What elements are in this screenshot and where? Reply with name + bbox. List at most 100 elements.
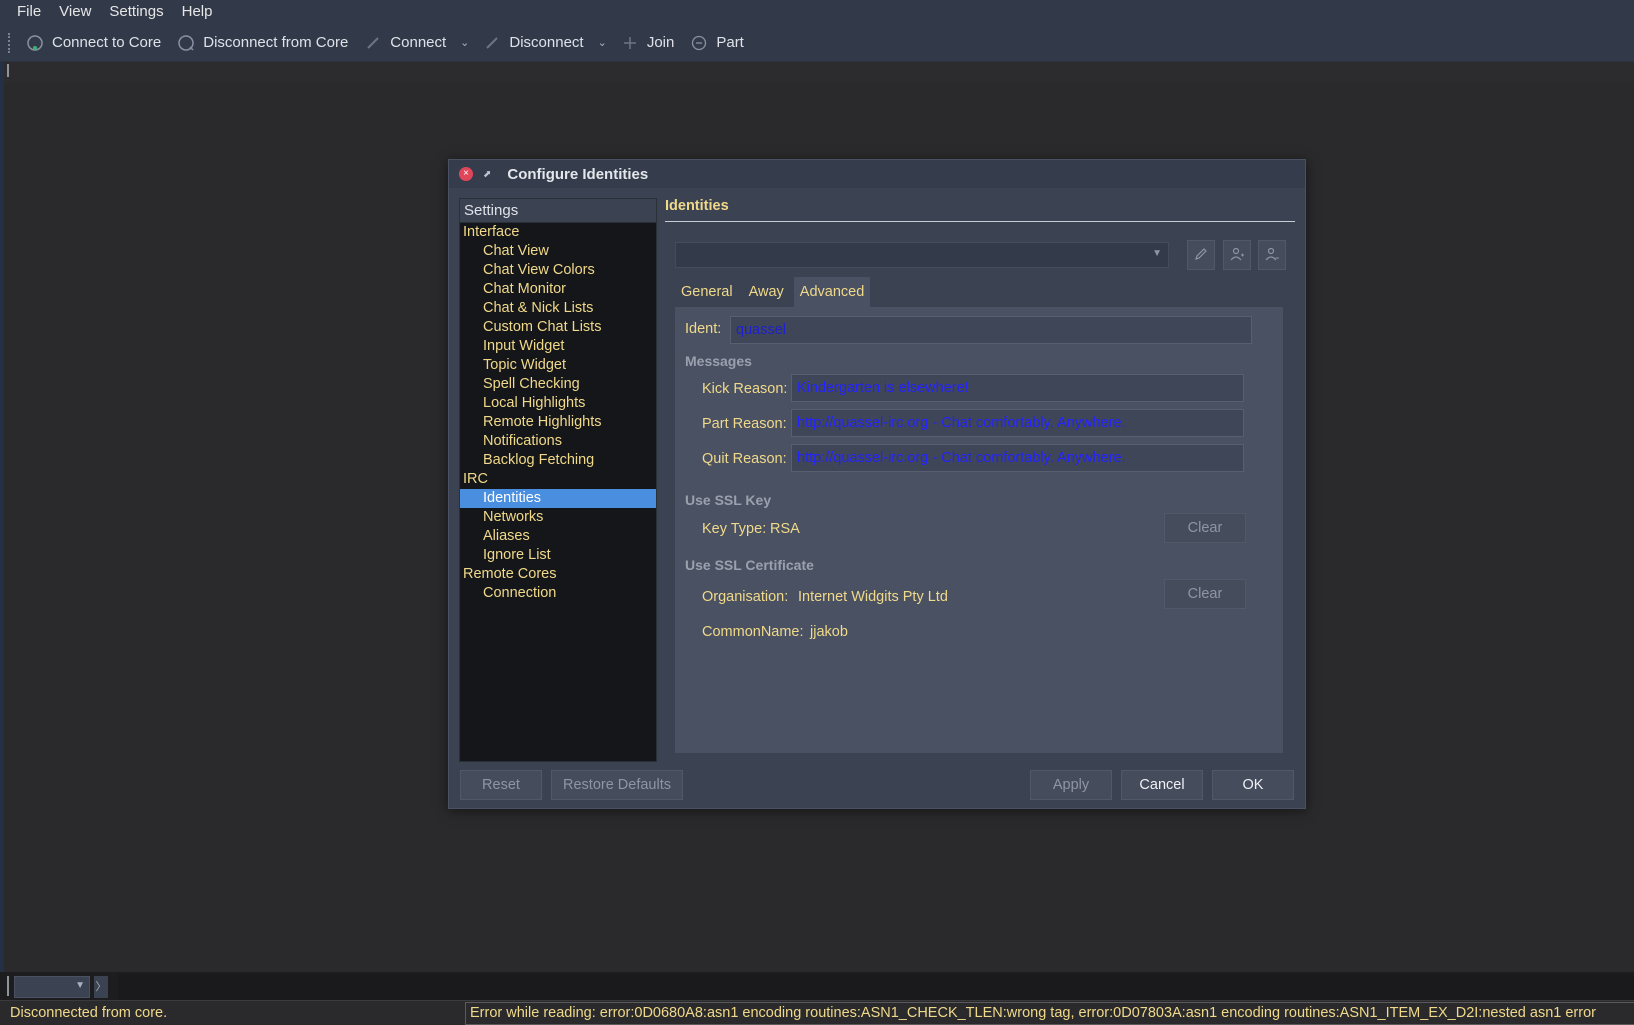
ident-label: Ident: xyxy=(685,321,722,337)
chevron-down-icon: ▼ xyxy=(1152,248,1162,259)
connection-status: Disconnected from core. xyxy=(10,1005,168,1021)
configure-identities-dialog: × ⬈ Configure Identities Settings Interf… xyxy=(448,159,1306,809)
kick-reason-input[interactable]: Kindergarten is elsewhere! xyxy=(791,374,1244,402)
cancel-button[interactable]: Cancel xyxy=(1121,770,1203,800)
ident-input[interactable]: quassel xyxy=(730,316,1252,344)
user-add-icon xyxy=(1229,246,1245,265)
connect-button[interactable]: Connect xyxy=(356,28,454,58)
tab-general[interactable]: General xyxy=(675,277,739,307)
tree-item-custom-chat-lists[interactable]: Custom Chat Lists xyxy=(460,318,656,337)
rename-identity-button[interactable] xyxy=(1187,240,1215,270)
tab-advanced[interactable]: Advanced xyxy=(793,277,871,307)
disconnect-core-icon xyxy=(177,34,195,52)
message-input[interactable] xyxy=(118,974,1634,1000)
topic-bar-handle[interactable] xyxy=(7,64,9,77)
menu-view[interactable]: View xyxy=(50,0,100,24)
expand-chevron-icon[interactable]: 〉 xyxy=(94,976,108,998)
tree-item-topic-widget[interactable]: Topic Widget xyxy=(460,356,656,375)
quit-reason-input[interactable]: http://quassel-irc.org - Chat comfortabl… xyxy=(791,444,1244,472)
identity-tabs: General Away Advanced xyxy=(675,277,874,307)
part-button[interactable]: Part xyxy=(682,28,752,58)
menu-help[interactable]: Help xyxy=(173,0,222,24)
main-toolbar: Connect to Core Disconnect from Core Con… xyxy=(0,24,1634,62)
disconnect-dropdown-chevron-icon[interactable]: ⌄ xyxy=(592,36,613,49)
ssl-cert-section-header: Use SSL Certificate xyxy=(685,557,814,573)
tree-item-backlog-fetching[interactable]: Backlog Fetching xyxy=(460,451,656,470)
tree-item-networks[interactable]: Networks xyxy=(460,508,656,527)
add-identity-button[interactable] xyxy=(1223,240,1251,270)
organisation-label: Organisation: xyxy=(702,589,789,605)
tab-away[interactable]: Away xyxy=(743,277,790,307)
tree-item-connection[interactable]: Connection xyxy=(460,584,656,603)
splitter-handle[interactable] xyxy=(659,198,665,762)
tree-item-chat-view[interactable]: Chat View xyxy=(460,242,656,261)
menu-settings[interactable]: Settings xyxy=(100,0,172,24)
panel-title-divider xyxy=(665,221,1295,222)
unplug-icon xyxy=(483,34,501,52)
ssl-key-section-header: Use SSL Key xyxy=(685,492,772,508)
identity-select[interactable]: ▼ xyxy=(675,242,1169,268)
tree-item-irc[interactable]: IRC xyxy=(460,470,656,489)
tree-item-spell-checking[interactable]: Spell Checking xyxy=(460,375,656,394)
nick-selector[interactable]: ▼ xyxy=(14,976,90,998)
plus-icon xyxy=(621,34,639,52)
user-remove-icon xyxy=(1264,246,1280,265)
disconnect-label: Disconnect xyxy=(509,34,584,51)
plug-icon xyxy=(364,34,382,52)
tree-item-notifications[interactable]: Notifications xyxy=(460,432,656,451)
disconnect-from-core-button[interactable]: Disconnect from Core xyxy=(169,28,356,58)
tree-item-chat-nick-lists[interactable]: Chat & Nick Lists xyxy=(460,299,656,318)
tree-item-input-widget[interactable]: Input Widget xyxy=(460,337,656,356)
organisation-value: Internet Widgits Pty Ltd xyxy=(798,589,948,605)
ok-button[interactable]: OK xyxy=(1212,770,1294,800)
disconnect-from-core-label: Disconnect from Core xyxy=(203,34,349,51)
tree-item-remote-highlights[interactable]: Remote Highlights xyxy=(460,413,656,432)
chevron-down-icon: ▼ xyxy=(75,980,85,991)
quit-reason-label: Quit Reason: xyxy=(702,451,787,467)
tree-item-remote-cores[interactable]: Remote Cores xyxy=(460,565,656,584)
minus-circle-icon xyxy=(690,34,708,52)
tree-item-identities[interactable]: Identities xyxy=(460,489,656,508)
join-label: Join xyxy=(646,34,675,51)
settings-tree: Settings Interface Chat View Chat View C… xyxy=(459,198,657,762)
advanced-tab-pane: Ident: quassel Messages Kick Reason: Kin… xyxy=(675,307,1283,753)
remove-identity-button[interactable] xyxy=(1258,240,1286,270)
clear-ssl-key-button[interactable]: Clear xyxy=(1164,513,1246,543)
tree-item-interface[interactable]: Interface xyxy=(460,223,656,242)
apply-button[interactable]: Apply xyxy=(1030,770,1112,800)
menu-file[interactable]: File xyxy=(8,0,50,24)
common-name-value: jjakob xyxy=(810,624,848,640)
tree-item-chat-view-colors[interactable]: Chat View Colors xyxy=(460,261,656,280)
connect-label: Connect xyxy=(390,34,447,51)
connect-core-icon xyxy=(26,34,44,52)
close-icon[interactable]: × xyxy=(459,167,473,181)
error-message: Error while reading: error:0D0680A8:asn1… xyxy=(465,1002,1634,1025)
disconnect-button[interactable]: Disconnect xyxy=(475,28,591,58)
input-bar-handle[interactable] xyxy=(7,976,9,996)
dialog-titlebar[interactable]: × ⬈ Configure Identities xyxy=(449,160,1305,188)
part-label: Part xyxy=(716,34,744,51)
restore-defaults-button[interactable]: Restore Defaults xyxy=(551,770,683,800)
menubar: File View Settings Help xyxy=(0,0,1634,24)
part-reason-input[interactable]: http://quassel-irc.org - Chat comfortabl… xyxy=(791,409,1244,437)
tree-item-chat-monitor[interactable]: Chat Monitor xyxy=(460,280,656,299)
messages-section-header: Messages xyxy=(685,353,752,369)
tree-item-aliases[interactable]: Aliases xyxy=(460,527,656,546)
reset-button[interactable]: Reset xyxy=(460,770,542,800)
pencil-icon xyxy=(1193,246,1209,265)
key-type-value: RSA xyxy=(770,521,800,537)
connect-to-core-label: Connect to Core xyxy=(52,34,162,51)
pin-icon[interactable]: ⬈ xyxy=(483,169,491,180)
common-name-label: CommonName: xyxy=(702,624,804,640)
connect-to-core-button[interactable]: Connect to Core xyxy=(18,28,169,58)
toolbar-grip[interactable] xyxy=(8,32,12,53)
kick-reason-label: Kick Reason: xyxy=(702,381,788,397)
join-button[interactable]: Join xyxy=(613,28,683,58)
key-type-label: Key Type: xyxy=(702,521,767,537)
clear-ssl-cert-button[interactable]: Clear xyxy=(1164,579,1246,609)
tree-item-ignore-list[interactable]: Ignore List xyxy=(460,546,656,565)
connect-dropdown-chevron-icon[interactable]: ⌄ xyxy=(454,36,475,49)
settings-tree-header: Settings xyxy=(460,199,656,223)
tree-item-local-highlights[interactable]: Local Highlights xyxy=(460,394,656,413)
part-reason-label: Part Reason: xyxy=(702,416,787,432)
